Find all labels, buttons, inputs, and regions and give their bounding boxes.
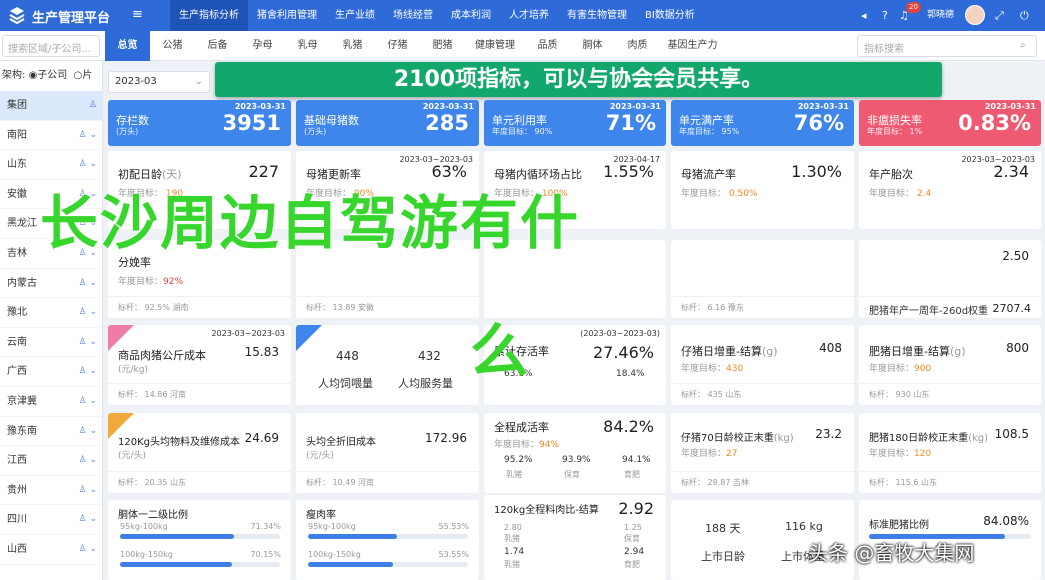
metric-card[interactable]: 120Kg头均物料及维修成本 (元/头) 24.69 标杆： 20.35 山东: [108, 413, 291, 493]
app-logo-icon: [9, 7, 25, 24]
indicator-search-input[interactable]: 指标搜索: [857, 35, 1037, 57]
user-icon: ♙ ⌄: [78, 336, 97, 347]
topnav-item[interactable]: 人才培养: [500, 0, 558, 31]
overlay-title-line1: 长沙周边自驾游有什: [40, 189, 581, 257]
top-bar: 生产管理平台 ≡ 生产指标分析 猪舍利用管理 生产业绩 场线经营 成本利润 人才…: [0, 0, 1045, 31]
user-icon: ♙ ⌄: [78, 514, 97, 525]
metric-card[interactable]: 120kg全程料肉比-结算 2.92 2.80 乳猪 1.25 保育 1.74 乳…: [484, 495, 666, 580]
user-icon: ♙: [88, 100, 97, 110]
metric-card[interactable]: 瘦肉率 95kg-100kg 55.53% 100kg-150kg 53.55%: [296, 500, 479, 580]
sidebar: 架构: ◉子公司 ○片区 集团♙ 南阳♙ ⌄ 山东♙ ⌄ 安徽♙ ⌄ 黑龙江♙ …: [0, 61, 103, 580]
sidebar-item[interactable]: 四川 ♙ ⌄: [0, 505, 102, 535]
sidebar-item[interactable]: 贵州 ♙ ⌄: [0, 476, 102, 506]
overlay-title-line2: 么: [470, 317, 529, 385]
avatar[interactable]: [965, 5, 985, 25]
user-icon: ♙ ⌄: [78, 159, 97, 170]
sidebar-item[interactable]: 南阳 ♙ ⌄: [0, 121, 102, 151]
kpi-card[interactable]: 存栏数 (万头) 2023-03-31 3951: [108, 100, 291, 146]
subtab[interactable]: 品质: [525, 31, 570, 61]
sidebar-item[interactable]: 京津冀 ♙ ⌄: [0, 387, 102, 417]
kpi-card[interactable]: 单元利用率 年度目标： 90% 2023-03-31 71%: [484, 100, 666, 146]
topnav-item[interactable]: 猪舍利用管理: [248, 0, 326, 31]
region-search-input[interactable]: 搜索区域/子公司...: [2, 35, 100, 57]
sidebar-item[interactable]: 云南 ♙ ⌄: [0, 328, 102, 358]
subtab[interactable]: 肉质: [615, 31, 660, 61]
subtab[interactable]: 基因生产力: [660, 31, 725, 61]
sidebar-item[interactable]: 山东 ♙ ⌄: [0, 150, 102, 180]
topnav-item[interactable]: 成本利润: [442, 0, 500, 31]
user-icon: ♙ ⌄: [78, 395, 97, 406]
user-icon: ♙ ⌄: [78, 455, 97, 466]
topnav-item[interactable]: 有害生物管理: [558, 0, 636, 31]
top-nav: 生产指标分析 猪舍利用管理 生产业绩 场线经营 成本利润 人才培养 有害生物管理…: [170, 0, 704, 31]
subtab[interactable]: 乳母: [285, 31, 330, 61]
sub-bar: 搜索区域/子公司... 总览 公猪 后备 孕母 乳母 乳猪 仔猪 肥猪 健康管理…: [0, 31, 1045, 61]
subtab[interactable]: 仔猪: [375, 31, 420, 61]
topnav-item[interactable]: 生产指标分析: [170, 0, 248, 31]
filter-label: 架构:: [2, 70, 26, 81]
metric-card[interactable]: 年产胎次 2023-03~2023-03 2.34 年度目标： 2.4: [859, 151, 1041, 229]
menu-collapse-icon[interactable]: ≡: [132, 7, 143, 22]
metric-card[interactable]: 商品肉猪公斤成本 (元/kg) 2023-03~2023-03 15.83 标杆： …: [108, 325, 291, 405]
subtab[interactable]: 孕母: [240, 31, 285, 61]
metric-card[interactable]: 肥猪180日龄校正末重(kg) 108.5 年度目标：120 标杆： 115.6 …: [859, 413, 1041, 493]
metric-card[interactable]: 肥猪日增重-结算(g) 800 年度目标：900 标杆： 930 山东: [859, 325, 1041, 405]
watermark: 头条 @畜牧大集网: [808, 541, 975, 565]
metric-card[interactable]: 胴体一二级比例 95kg-100kg 71.34% 100kg-150kg 70…: [108, 500, 291, 580]
metric-card[interactable]: 全程成活率 84.2% 年度目标：94% 95.2% 93.9% 94.1% 乳猪…: [484, 413, 666, 493]
promo-banner: 2100项指标，可以与协会会员共享。: [215, 62, 942, 97]
metric-card[interactable]: 2.50 肥猪年产一周年-260d权重 2707.4: [859, 240, 1041, 318]
expand-icon[interactable]: ⤢: [995, 0, 1004, 31]
search-icon[interactable]: ⌕: [1020, 40, 1026, 51]
notification-badge: 20: [906, 2, 921, 13]
app-title: 生产管理平台: [32, 11, 111, 26]
subtab[interactable]: 乳猪: [330, 31, 375, 61]
metric-card[interactable]: 母猪流产率 1.30% 年度目标： 0.50%: [671, 151, 854, 229]
sidebar-item[interactable]: 豫北 ♙ ⌄: [0, 298, 102, 328]
user-icon: ♙ ⌄: [78, 277, 97, 288]
user-name[interactable]: 郭晓德: [927, 0, 954, 31]
metric-card[interactable]: 448 432 人均饲喂量 人均服务量: [296, 325, 479, 405]
metric-card[interactable]: 标杆： 6.16 豫东: [671, 240, 854, 318]
subtab[interactable]: 肥猪: [420, 31, 465, 61]
user-icon: ♙ ⌄: [78, 366, 97, 377]
collapse-icon[interactable]: ◂: [861, 0, 867, 31]
metric-card[interactable]: 仔猪日增重-结算(g) 408 年度目标：430 标杆： 435 山东: [671, 325, 854, 405]
power-icon[interactable]: ⏻: [1020, 0, 1029, 31]
kpi-card[interactable]: 基础母猪数 (万头) 2023-03-31 285: [296, 100, 479, 146]
sidebar-item[interactable]: 集团 ♙: [0, 91, 102, 121]
help-icon[interactable]: ?: [882, 0, 888, 31]
subtab[interactable]: 公猪: [150, 31, 195, 61]
sidebar-item[interactable]: 内蒙古 ♙ ⌄: [0, 269, 102, 299]
metric-card[interactable]: 仔猪70日龄校正末重(kg) 23.2 年度目标：27 标杆： 28.87 吉林: [671, 413, 854, 493]
topnav-item[interactable]: 生产业绩: [326, 0, 384, 31]
metric-card[interactable]: 头均全折旧成本 (元/头) 172.96 标杆： 10.49 河南: [296, 413, 479, 493]
user-icon: ♙ ⌄: [78, 129, 97, 140]
indicator-tabs: 总览 公猪 后备 孕母 乳母 乳猪 仔猪 肥猪 健康管理 品质 胴体 肉质 基因…: [105, 31, 725, 61]
kpi-card[interactable]: 非瘟损失率 年度目标： 1% 2023-03-31 0.83%: [859, 100, 1041, 146]
sidebar-item[interactable]: 山西 ♙ ⌄: [0, 535, 102, 565]
subtab[interactable]: 后备: [195, 31, 240, 61]
user-icon: ♙ ⌄: [78, 543, 97, 554]
subtab[interactable]: 胴体: [570, 31, 615, 61]
tab-overview[interactable]: 总览: [105, 31, 150, 61]
sidebar-item[interactable]: 广西 ♙ ⌄: [0, 357, 102, 387]
chevron-down-icon: ⌄: [194, 76, 203, 87]
topnav-item[interactable]: BI数据分析: [636, 0, 704, 31]
subtab[interactable]: 健康管理: [465, 31, 525, 61]
topnav-item[interactable]: 场线经营: [384, 0, 442, 31]
sidebar-item[interactable]: 豫东南 ♙ ⌄: [0, 417, 102, 447]
kpi-card[interactable]: 单元满产率 年度目标： 95% 2023-03-31 76%: [671, 100, 854, 146]
user-icon: ♙ ⌄: [78, 307, 97, 318]
radio-subsidiary[interactable]: ◉子公司: [29, 70, 68, 81]
sidebar-item[interactable]: 江西 ♙ ⌄: [0, 446, 102, 476]
user-icon: ♙ ⌄: [78, 425, 97, 436]
month-picker[interactable]: 2023-03 ⌄: [108, 71, 210, 93]
structure-filter: 架构: ◉子公司 ○片区: [0, 61, 102, 111]
user-icon: ♙ ⌄: [78, 484, 97, 495]
